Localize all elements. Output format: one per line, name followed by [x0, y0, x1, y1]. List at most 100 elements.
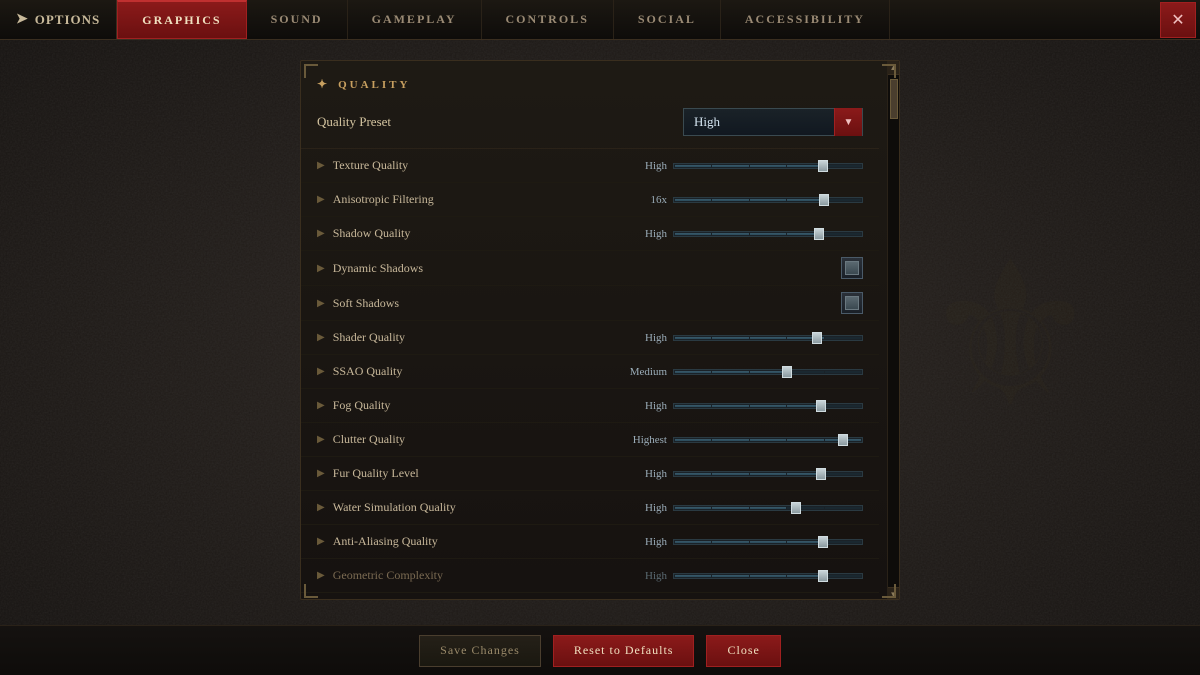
- setting-label: Fur Quality Level: [333, 466, 612, 481]
- top-nav: ➤ OPTIONS GRAPHICS SOUND GAMEPLAY CONTRO…: [0, 0, 1200, 40]
- slider-container[interactable]: [673, 399, 863, 413]
- section-star-icon: ✦: [317, 77, 330, 92]
- slider-thumb[interactable]: [838, 434, 848, 446]
- setting-label: Texture Quality: [333, 158, 612, 173]
- setting-label: Anti-Aliasing Quality: [333, 534, 612, 549]
- slider-track: [673, 573, 863, 579]
- close-button[interactable]: Close: [706, 635, 780, 667]
- scroll-down-button[interactable]: ▼: [888, 587, 900, 600]
- slider-thumb[interactable]: [819, 194, 829, 206]
- row-arrow-icon: ▶: [317, 228, 325, 239]
- slider-segment: [675, 233, 711, 235]
- row-arrow-icon: ▶: [317, 366, 325, 377]
- slider-container[interactable]: [673, 467, 863, 481]
- setting-value: High: [612, 400, 667, 412]
- setting-value: 16x: [612, 194, 667, 206]
- slider-thumb[interactable]: [814, 228, 824, 240]
- slider-container[interactable]: [673, 365, 863, 379]
- quality-preset-select[interactable]: High ▼: [683, 108, 863, 136]
- tab-gameplay[interactable]: GAMEPLAY: [348, 0, 482, 39]
- tab-sound[interactable]: SOUND: [247, 0, 348, 39]
- slider-track: [673, 505, 863, 511]
- slider-segment: [712, 199, 748, 201]
- slider-segments: [674, 336, 862, 340]
- slider-thumb[interactable]: [818, 536, 828, 548]
- slider-container[interactable]: [673, 227, 863, 241]
- row-arrow-icon: ▶: [317, 400, 325, 411]
- slider-segment: [675, 473, 711, 475]
- row-arrow-icon: ▶: [317, 468, 325, 479]
- setting-row: ▶Anisotropic Filtering16x: [301, 183, 879, 217]
- slider-thumb[interactable]: [782, 366, 792, 378]
- setting-label: Clutter Quality: [333, 432, 612, 447]
- setting-row: ▶Anti-Aliasing QualityHigh: [301, 525, 879, 559]
- setting-value: High: [612, 570, 667, 582]
- quality-preset-value: High: [684, 114, 834, 130]
- slider-thumb[interactable]: [812, 332, 822, 344]
- tab-social[interactable]: SOCIAL: [614, 0, 721, 39]
- slider-container[interactable]: [673, 535, 863, 549]
- slider-segment: [825, 371, 861, 373]
- close-icon: ✕: [1171, 10, 1184, 30]
- slider-thumb[interactable]: [816, 400, 826, 412]
- tab-controls[interactable]: CONTROLS: [482, 0, 614, 39]
- scroll-thumb[interactable]: [890, 79, 898, 119]
- slider-container[interactable]: [673, 501, 863, 515]
- setting-label: Shadow Quality: [333, 226, 612, 241]
- slider-segment: [750, 165, 786, 167]
- checkbox-container[interactable]: [841, 257, 863, 279]
- slider-thumb[interactable]: [816, 468, 826, 480]
- slider-segment: [675, 439, 711, 441]
- slider-segment: [750, 405, 786, 407]
- slider-track: [673, 471, 863, 477]
- slider-segment: [750, 371, 786, 373]
- slider-thumb[interactable]: [818, 570, 828, 582]
- slider-segment: [750, 233, 786, 235]
- slider-segment: [675, 405, 711, 407]
- back-label: OPTIONS: [35, 12, 101, 28]
- slider-container[interactable]: [673, 433, 863, 447]
- nav-close-button[interactable]: ✕: [1160, 2, 1196, 38]
- setting-value: Highest: [612, 434, 667, 446]
- scrollbar[interactable]: ▲ ▼: [887, 61, 899, 600]
- slider-segment: [712, 371, 748, 373]
- checkbox-box[interactable]: [841, 292, 863, 314]
- slider-segment: [825, 165, 861, 167]
- checkbox-box[interactable]: [841, 257, 863, 279]
- slider-container[interactable]: [673, 569, 863, 583]
- slider-container[interactable]: [673, 159, 863, 173]
- tab-graphics[interactable]: GRAPHICS: [117, 0, 246, 39]
- back-button[interactable]: ➤ OPTIONS: [0, 0, 117, 39]
- slider-segments: [674, 540, 862, 544]
- setting-label: SSAO Quality: [333, 364, 612, 379]
- slider-segment: [712, 507, 748, 509]
- reset-defaults-button[interactable]: Reset to Defaults: [553, 635, 695, 667]
- scroll-up-button[interactable]: ▲: [888, 61, 900, 75]
- checkbox-inner: [845, 261, 859, 275]
- panel-inner: ▲ ▼ ✦ QUALITY Quality Preset High ▼: [301, 61, 899, 600]
- setting-value: High: [612, 332, 667, 344]
- row-arrow-icon: ▶: [317, 536, 325, 547]
- slider-segment: [712, 165, 748, 167]
- slider-container[interactable]: [673, 331, 863, 345]
- slider-thumb[interactable]: [818, 160, 828, 172]
- slider-segments: [674, 506, 862, 510]
- slider-segment: [712, 405, 748, 407]
- slider-segment: [750, 337, 786, 339]
- checkbox-container[interactable]: [841, 292, 863, 314]
- slider-segment: [675, 371, 711, 373]
- slider-track: [673, 231, 863, 237]
- tab-accessibility[interactable]: ACCESSIBILITY: [721, 0, 890, 39]
- setting-value: High: [612, 160, 667, 172]
- quality-preset-label: Quality Preset: [317, 114, 683, 130]
- slider-track: [673, 335, 863, 341]
- back-arrow-icon: ➤: [16, 11, 29, 28]
- setting-row: ▶Texture QualityHigh: [301, 149, 879, 183]
- slider-segment: [750, 575, 786, 577]
- panel-content: ✦ QUALITY Quality Preset High ▼ ▶Texture…: [301, 61, 899, 600]
- slider-container[interactable]: [673, 193, 863, 207]
- setting-row: ▶Fur Quality LevelHigh: [301, 457, 879, 491]
- save-changes-button[interactable]: Save Changes: [419, 635, 541, 667]
- slider-thumb[interactable]: [791, 502, 801, 514]
- slider-segment: [712, 233, 748, 235]
